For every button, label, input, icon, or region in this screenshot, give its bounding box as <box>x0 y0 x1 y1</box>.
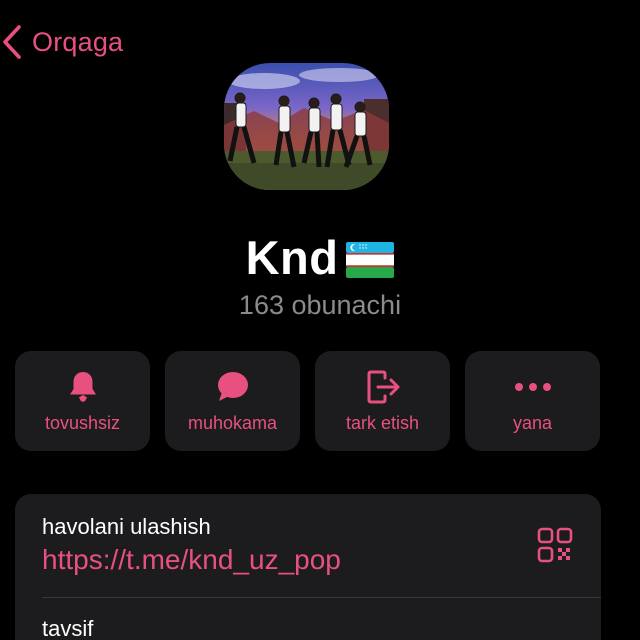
more-button[interactable]: yana <box>465 351 600 451</box>
channel-name-row: Knd <box>0 230 640 285</box>
back-button[interactable]: Orqaga <box>0 22 123 62</box>
divider <box>42 597 601 598</box>
more-icon <box>465 369 600 405</box>
leave-icon <box>315 369 450 405</box>
action-buttons-row: tovushsiz muhokama tark etish yana <box>15 351 601 451</box>
more-label: yana <box>512 413 553 433</box>
channel-link[interactable]: https://t.me/knd_uz_pop <box>42 544 341 576</box>
info-card: havolani ulashish https://t.me/knd_uz_po… <box>15 494 601 640</box>
chat-bubble-icon <box>165 369 300 405</box>
uzbekistan-flag-icon <box>346 241 395 278</box>
subscriber-count: 163 obunachi <box>238 290 402 320</box>
back-label: Orqaga <box>32 26 124 57</box>
bell-icon <box>15 369 150 405</box>
mute-label: tovushsiz <box>44 413 121 433</box>
leave-label: tark etish <box>345 413 420 433</box>
leave-button[interactable]: tark etish <box>315 351 450 451</box>
qr-code-icon[interactable] <box>537 527 573 563</box>
discussion-button[interactable]: muhokama <box>165 351 300 451</box>
channel-avatar[interactable] <box>224 63 389 190</box>
channel-title: Knd <box>245 231 339 284</box>
discussion-label: muhokama <box>187 413 278 433</box>
description-label: tavsif <box>42 616 94 640</box>
chevron-left-icon <box>0 24 24 60</box>
share-link-label: havolani ulashish <box>42 514 211 539</box>
channel-info-screen: Orqaga Knd 163 obunachi tovushsiz muhoka… <box>0 0 640 640</box>
mute-button[interactable]: tovushsiz <box>15 351 150 451</box>
